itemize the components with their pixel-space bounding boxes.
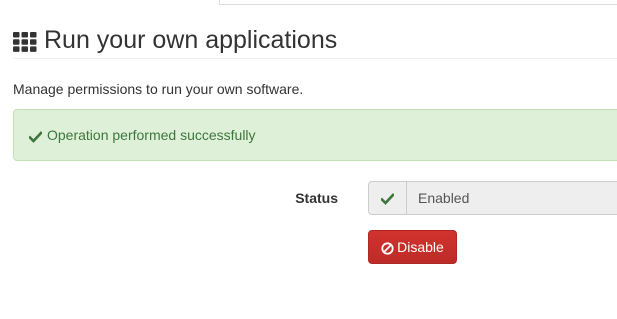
alert-content: Operation performed successfully [28, 126, 256, 144]
page-title: Run your own applications [13, 25, 337, 55]
status-input-group [368, 181, 617, 215]
status-label: Status [295, 190, 338, 206]
success-alert: Operation performed successfully [13, 109, 617, 161]
th-grid-icon [13, 29, 37, 52]
page-description: Manage permissions to run your own softw… [13, 81, 304, 97]
disable-button[interactable]: Disable [368, 230, 457, 264]
page-title-text: Run your own applications [44, 26, 338, 54]
check-icon [380, 192, 395, 205]
status-addon [368, 181, 407, 215]
alert-message: Operation performed successfully [47, 127, 256, 143]
page-header: Run your own applications [13, 22, 617, 59]
status-field [407, 181, 617, 215]
ban-icon [381, 241, 394, 255]
check-icon [28, 129, 43, 143]
top-panel-edge [219, 0, 617, 5]
disable-button-label: Disable [397, 239, 444, 255]
